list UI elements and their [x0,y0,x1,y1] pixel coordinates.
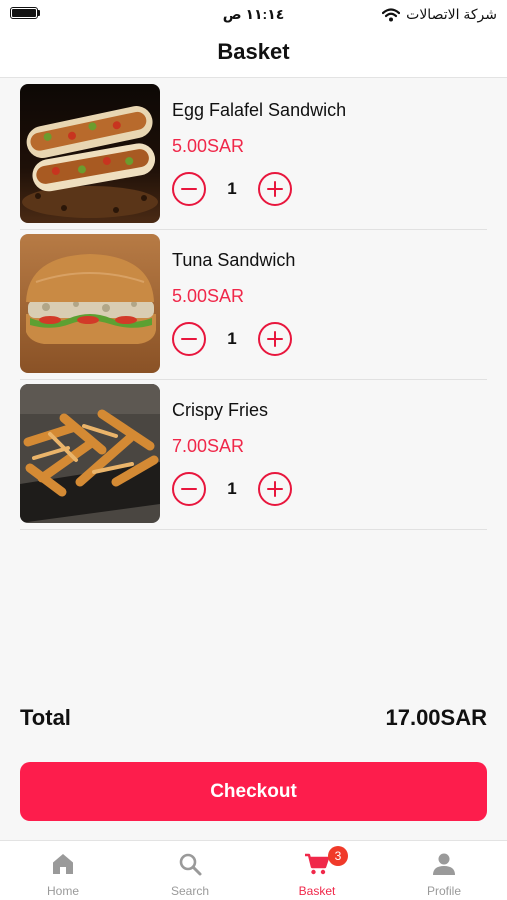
decrease-quantity-button[interactable] [172,172,206,206]
quantity-stepper: 1 [172,322,312,356]
item-price: 5.00SAR [172,136,245,156]
cart-icon [304,851,330,877]
total-label: Total [20,705,71,730]
basket-list: Egg Falafel Sandwich 5.00SAR 1 Tuna Sand… [20,80,487,530]
quantity-stepper: 1 [172,172,312,206]
tab-search-label: Search [170,884,210,898]
quantity-stepper: 1 [172,472,312,506]
basket-item: Tuna Sandwich 5.00SAR 1 [20,230,487,380]
tab-home[interactable]: Home [0,841,126,900]
increase-quantity-button[interactable] [258,322,292,356]
quantity-value: 1 [227,179,237,198]
item-price: 7.00SAR [172,436,245,456]
nav-header: Basket [0,30,507,78]
tab-basket[interactable]: 3 Basket [254,841,380,900]
item-name: Tuna Sandwich [172,250,296,270]
increase-quantity-button[interactable] [258,472,292,506]
decrease-quantity-button[interactable] [172,322,206,356]
quantity-value: 1 [227,479,237,498]
page-title: Basket [217,39,290,64]
basket-item: Crispy Fries 7.00SAR 1 [20,380,487,530]
tab-bar: Home Search 3 Basket Profile [0,840,507,900]
tab-home-label: Home [46,884,79,898]
item-image-fries [20,384,160,523]
total-value: 17.00SAR [385,705,487,730]
search-icon [177,851,203,877]
item-price: 5.00SAR [172,286,245,306]
item-image-tuna [20,234,160,373]
item-name: Crispy Fries [172,400,269,420]
carrier-group: شركة الاتصالات [382,6,497,23]
carrier-name: شركة الاتصالات [406,6,497,22]
increase-quantity-button[interactable] [258,172,292,206]
decrease-quantity-button[interactable] [172,472,206,506]
item-name: Egg Falafel Sandwich [172,100,347,120]
tab-search[interactable]: Search [127,841,253,900]
cart-badge: 3 [328,846,348,866]
item-image-egg-falafel [20,84,160,223]
checkout-button[interactable]: Checkout [20,762,487,821]
home-icon [50,851,76,877]
tab-profile[interactable]: Profile [381,841,507,900]
basket-item: Egg Falafel Sandwich 5.00SAR 1 [20,80,487,230]
quantity-value: 1 [227,329,237,348]
tab-basket-label: Basket [298,884,336,898]
profile-icon [431,851,457,877]
total-row: Total 17.00SAR [20,705,487,737]
wifi-icon [382,7,401,22]
status-bar: ١١:١٤ ص شركة الاتصالات [0,0,507,30]
tab-profile-label: Profile [426,884,461,898]
